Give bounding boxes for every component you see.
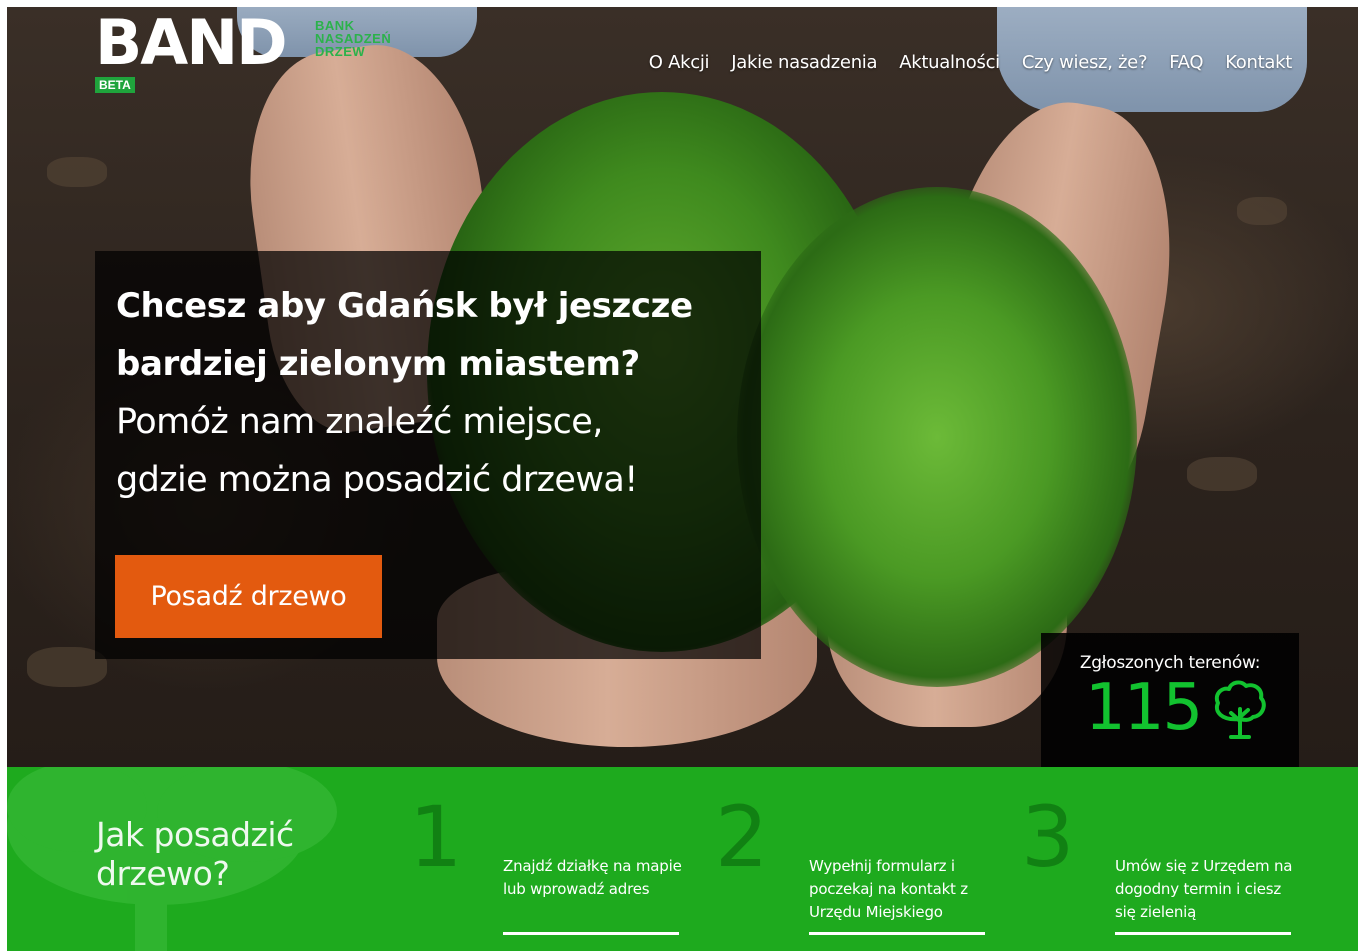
logo-subtitle: BANK NASADZEŃ DRZEW <box>315 19 435 58</box>
nav-link-czy-wiesz[interactable]: Czy wiesz, że? <box>1022 52 1148 73</box>
step-number: 3 <box>1021 788 1075 886</box>
step-underline <box>809 932 985 935</box>
counter-value: 115 <box>1085 671 1203 745</box>
main-nav: O Akcji Jakie nasadzenia Aktualności Czy… <box>649 52 1293 73</box>
step-number: 1 <box>409 788 463 886</box>
hero-callout: Chcesz aby Gdańsk był jeszcze bardziej z… <box>95 251 761 659</box>
hero-subline-line: gdzie można posadzić drzewa! <box>116 460 638 500</box>
hero-section: BAND BANK NASADZEŃ DRZEW BETA O Akcji Ja… <box>7 7 1358 767</box>
steps-title-line: Jak posadzić <box>96 815 294 854</box>
reported-areas-counter: Zgłoszonych terenów: 115 <box>1041 633 1299 767</box>
hero-photo-dirt <box>1187 457 1257 491</box>
tree-icon <box>1214 680 1266 739</box>
step-3[interactable]: 3 Umów się z Urzędem na dogodny termin i… <box>1021 767 1311 951</box>
plant-tree-button[interactable]: Posadź drzewo <box>115 555 382 638</box>
counter-label: Zgłoszonych terenów: <box>1079 653 1261 673</box>
beta-badge: BETA <box>95 77 135 93</box>
logo-wordmark: BAND <box>95 7 288 79</box>
nav-link-o-akcji[interactable]: O Akcji <box>649 52 710 73</box>
step-text: Wypełnij formularz i poczekaj na kontakt… <box>809 857 968 921</box>
hero-subline-line: Pomóż nam znaleźć miejsce, <box>116 402 603 442</box>
logo-subtitle-line: DRZEW <box>315 44 366 59</box>
step-underline <box>503 932 679 935</box>
step-text: Umów się z Urzędem na dogodny termin i c… <box>1115 857 1293 921</box>
hero-subline: Pomóż nam znaleźć miejsce, gdzie można p… <box>116 393 736 509</box>
steps-title: Jak posadzić drzewo? <box>96 815 294 893</box>
step-2[interactable]: 2 Wypełnij formularz i poczekaj na konta… <box>715 767 995 951</box>
hero-photo-dirt <box>47 157 107 187</box>
step-1[interactable]: 1 Znajdź działkę na mapie lub wprowadź a… <box>409 767 689 951</box>
nav-link-jakie-nasadzenia[interactable]: Jakie nasadzenia <box>731 52 877 73</box>
how-to-plant-section: Jak posadzić drzewo? 1 Znajdź działkę na… <box>7 767 1358 951</box>
page-frame: BAND BANK NASADZEŃ DRZEW BETA O Akcji Ja… <box>7 7 1358 951</box>
nav-link-faq[interactable]: FAQ <box>1169 52 1203 73</box>
nav-link-aktualnosci[interactable]: Aktualności <box>899 52 1000 73</box>
hero-headline-line: bardziej zielonym miastem? <box>116 344 640 384</box>
hero-photo-dirt <box>1237 197 1287 225</box>
step-text: Znajdź działkę na mapie lub wprowadź adr… <box>503 857 682 898</box>
step-number: 2 <box>715 788 769 886</box>
hero-headline: Chcesz aby Gdańsk był jeszcze bardziej z… <box>116 277 736 393</box>
steps-title-line: drzewo? <box>96 854 230 893</box>
nav-link-kontakt[interactable]: Kontakt <box>1225 52 1292 73</box>
site-logo[interactable]: BAND BANK NASADZEŃ DRZEW BETA <box>95 7 425 93</box>
hero-photo-foliage-right <box>737 187 1137 687</box>
hero-headline-line: Chcesz aby Gdańsk był jeszcze <box>116 286 693 326</box>
step-underline <box>1115 932 1291 935</box>
